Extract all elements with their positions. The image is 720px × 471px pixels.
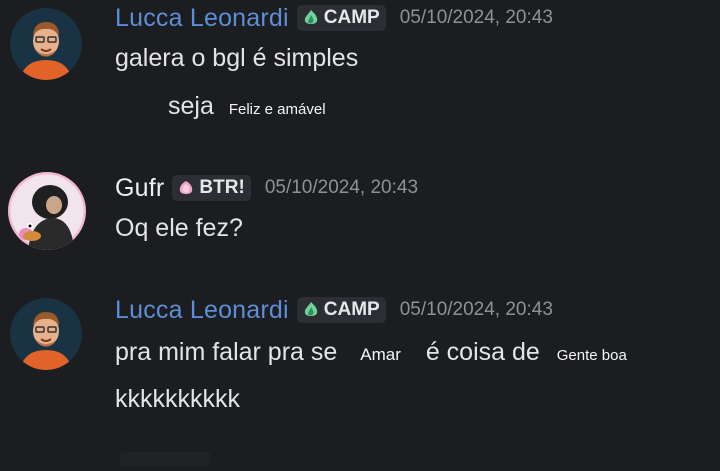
guild-tag-label: CAMP (323, 7, 380, 28)
guild-tag[interactable]: BTR! (172, 175, 251, 201)
overlay-note: Amar (360, 345, 401, 364)
avatar-illustration-icon (10, 8, 82, 80)
overlay-note: Feliz e amável (228, 101, 326, 118)
timestamp: 05/10/2024, 20:43 (264, 177, 419, 198)
leaf-flame-icon (304, 10, 317, 24)
author-name[interactable]: Lucca Leonardi (115, 4, 289, 33)
timestamp: 05/10/2024, 20:43 (399, 7, 553, 28)
reaction-placeholder (120, 452, 210, 466)
author-name[interactable]: Gufr (115, 174, 164, 203)
avatar[interactable] (10, 298, 82, 370)
message-text-part: é coisa de (425, 338, 540, 366)
avatar-illustration-icon (8, 172, 86, 250)
pink-blob-icon (180, 181, 193, 194)
message-text-line2: seja Feliz e amável (168, 92, 326, 121)
avatar[interactable] (8, 172, 86, 250)
message-header: Lucca Leonardi CAMP 05/10/2024, 20:43 (115, 294, 553, 326)
message-text-line2: kkkkkkkkkk (115, 385, 240, 413)
message-text: pra mim falar pra se Amar é coisa de Gen… (115, 338, 627, 367)
message-header: Gufr BTR! 05/10/2024, 20:43 (115, 172, 418, 204)
guild-tag-label: BTR! (199, 177, 245, 198)
guild-tag-label: CAMP (323, 299, 380, 320)
message-text: galera o bgl é simples (115, 44, 359, 72)
message-header: Lucca Leonardi CAMP 05/10/2024, 20:43 (115, 2, 553, 34)
avatar[interactable] (10, 8, 82, 80)
timestamp: 05/10/2024, 20:43 (399, 299, 553, 320)
message-word: seja (168, 92, 214, 120)
message-text-part: pra mim falar pra se (115, 338, 338, 366)
guild-tag[interactable]: CAMP (296, 5, 386, 31)
author-name[interactable]: Lucca Leonardi (115, 296, 289, 325)
leaf-flame-icon (304, 302, 317, 316)
avatar-illustration-icon (10, 298, 82, 370)
overlay-note: Gente boa (556, 347, 627, 364)
guild-tag[interactable]: CAMP (296, 297, 386, 323)
message-text: Oq ele fez? (115, 214, 243, 242)
